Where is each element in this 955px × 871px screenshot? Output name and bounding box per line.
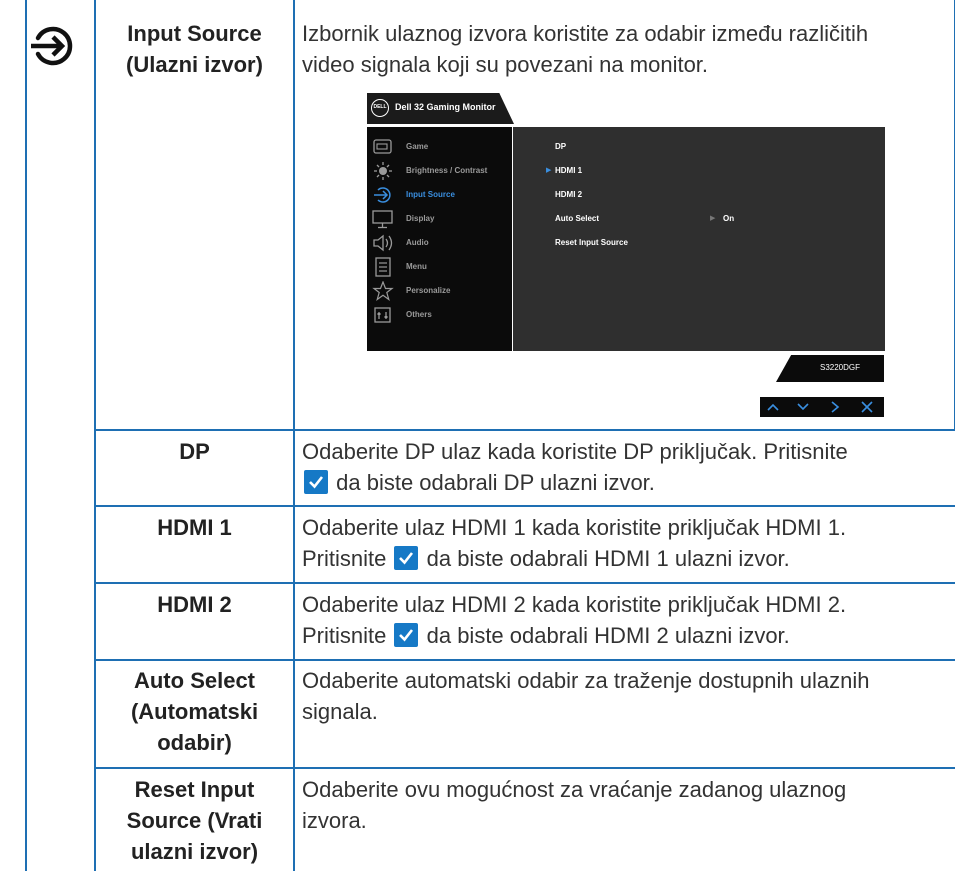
selected-arrow-icon: ▶ (546, 167, 552, 174)
menu-icon (372, 257, 394, 277)
row-label-input-source: Input Source (Ulazni izvor) (96, 18, 293, 80)
osd-options-panel: DP ▶ HDMI 1 HDMI 2 Auto Select ▶ On Rese… (513, 127, 885, 351)
input-source-icon (372, 185, 394, 205)
desc-line-with-check: Pritisnite da biste odabrali HDMI 1 ulaz… (302, 543, 952, 574)
osd-option-hdmi2[interactable]: HDMI 2 (555, 190, 582, 199)
table-border-col2 (293, 0, 295, 871)
row-label-reset-input-source: Reset Input Source (Vrati ulazni izvor) (96, 774, 293, 867)
desc-text: Pritisnite (302, 623, 387, 648)
desc-text: da biste odabrali HDMI 2 ulazni izvor. (426, 623, 790, 648)
audio-icon (372, 233, 394, 253)
desc-line: Odaberite ulaz HDMI 2 kada koristite pri… (302, 592, 847, 617)
down-icon[interactable] (792, 398, 814, 416)
desc-line: Odaberite ulaz HDMI 1 kada koristite pri… (302, 515, 847, 540)
row-desc-dp: Odaberite DP ulaz kada koristite DP prik… (302, 436, 952, 498)
model-badge: S3220DGF (776, 355, 884, 382)
row-label-dp: DP (179, 439, 210, 464)
input-source-icon (28, 22, 76, 70)
osd-option-dp[interactable]: DP (555, 142, 566, 151)
desc-line: video signala koji su povezani na monito… (302, 52, 709, 77)
row-divider (94, 767, 955, 769)
osd-menu-label: Game (406, 142, 429, 151)
model-name: S3220DGF (820, 363, 861, 372)
value-arrow-icon: ▶ (710, 215, 716, 222)
osd-option-hdmi1[interactable]: HDMI 1 (555, 166, 582, 175)
desc-line: izvora. (302, 808, 367, 833)
row-divider (94, 659, 955, 661)
osd-menu-label: Input Source (406, 190, 455, 199)
up-icon[interactable] (762, 398, 784, 416)
row-desc-hdmi1: Odaberite ulaz HDMI 1 kada koristite pri… (302, 512, 952, 574)
row-divider (94, 429, 955, 431)
row-desc-auto-select: Odaberite automatski odabir za traženje … (302, 665, 952, 727)
check-icon (394, 623, 419, 647)
osd-menu-label: Brightness / Contrast (406, 166, 488, 175)
osd-menu: Game Brightness / Contrast Input Source … (367, 127, 512, 351)
brightness-icon (372, 161, 394, 181)
dell-logo: DELL (371, 99, 389, 117)
label-line: ulazni izvor) (130, 839, 259, 864)
desc-text: da biste odabrali DP ulazni izvor. (336, 470, 655, 495)
star-icon (372, 280, 394, 302)
osd-menu-item-menu[interactable]: Menu (367, 257, 512, 277)
osd-menu-item-audio[interactable]: Audio (367, 233, 512, 253)
osd-option-auto-select[interactable]: Auto Select (555, 214, 599, 223)
osd-title: Dell 32 Gaming Monitor (395, 102, 496, 112)
osd-menu-item-brightness[interactable]: Brightness / Contrast (367, 161, 512, 181)
check-icon (394, 546, 419, 570)
desc-line: signala. (302, 699, 378, 724)
row-label-auto-select: Auto Select (Automatski odabir) (96, 665, 293, 758)
osd-menu-label: Audio (406, 238, 429, 247)
osd-menu-item-input-source[interactable]: Input Source (367, 185, 512, 205)
osd-menu-item-display[interactable]: Display (367, 209, 512, 229)
osd-header: DELL Dell 32 Gaming Monitor (367, 93, 514, 124)
label-line: (Automatski (130, 699, 259, 724)
osd-nav-bar (760, 397, 884, 417)
desc-line: Odaberite DP ulaz kada koristite DP prik… (302, 439, 848, 464)
check-icon (304, 470, 328, 494)
osd-menu-label: Display (406, 214, 435, 223)
label-line: Source (Vrati (126, 808, 263, 833)
osd-option-auto-select-value: On (723, 214, 735, 223)
row-desc-input-source: Izbornik ulaznog izvora koristite za oda… (302, 18, 952, 80)
others-icon (372, 305, 394, 325)
row-desc-reset-input-source: Odaberite ovu mogućnost za vraćanje zada… (302, 774, 952, 836)
label-line: Input Source (127, 21, 262, 46)
desc-line-with-check: Pritisnite da biste odabrali HDMI 2 ulaz… (302, 620, 952, 651)
row-divider (94, 582, 955, 584)
osd-menu-label: Personalize (406, 286, 451, 295)
desc-line-with-check: da biste odabrali DP ulazni izvor. (302, 467, 952, 498)
game-icon (372, 137, 394, 157)
label-line: (Ulazni izvor) (126, 52, 263, 77)
osd-menu-item-game[interactable]: Game (367, 137, 512, 157)
row-label-hdmi2: HDMI 2 (157, 592, 232, 617)
right-icon[interactable] (824, 398, 846, 416)
desc-text: da biste odabrali HDMI 1 ulazni izvor. (426, 546, 790, 571)
label-line: Auto Select (133, 668, 256, 693)
row-desc-hdmi2: Odaberite ulaz HDMI 2 kada koristite pri… (302, 589, 952, 651)
label-line: odabir) (157, 730, 232, 755)
display-icon (372, 209, 394, 229)
desc-line: Odaberite ovu mogućnost za vraćanje zada… (302, 777, 847, 802)
row-label-hdmi1: HDMI 1 (157, 515, 232, 540)
desc-text: Pritisnite (302, 546, 387, 571)
desc-line: Odaberite automatski odabir za traženje … (302, 668, 870, 693)
osd-menu-item-personalize[interactable]: Personalize (367, 280, 512, 302)
label-line: Reset Input (134, 777, 255, 802)
osd-option-reset-input-source[interactable]: Reset Input Source (555, 238, 628, 247)
desc-line: Izbornik ulaznog izvora koristite za oda… (302, 21, 869, 46)
osd-menu-label: Others (406, 310, 432, 319)
osd-menu-label: Menu (406, 262, 427, 271)
table-border-left (25, 0, 27, 871)
close-icon[interactable] (856, 398, 878, 416)
row-divider (94, 505, 955, 507)
osd-menu-item-others[interactable]: Others (367, 305, 512, 325)
